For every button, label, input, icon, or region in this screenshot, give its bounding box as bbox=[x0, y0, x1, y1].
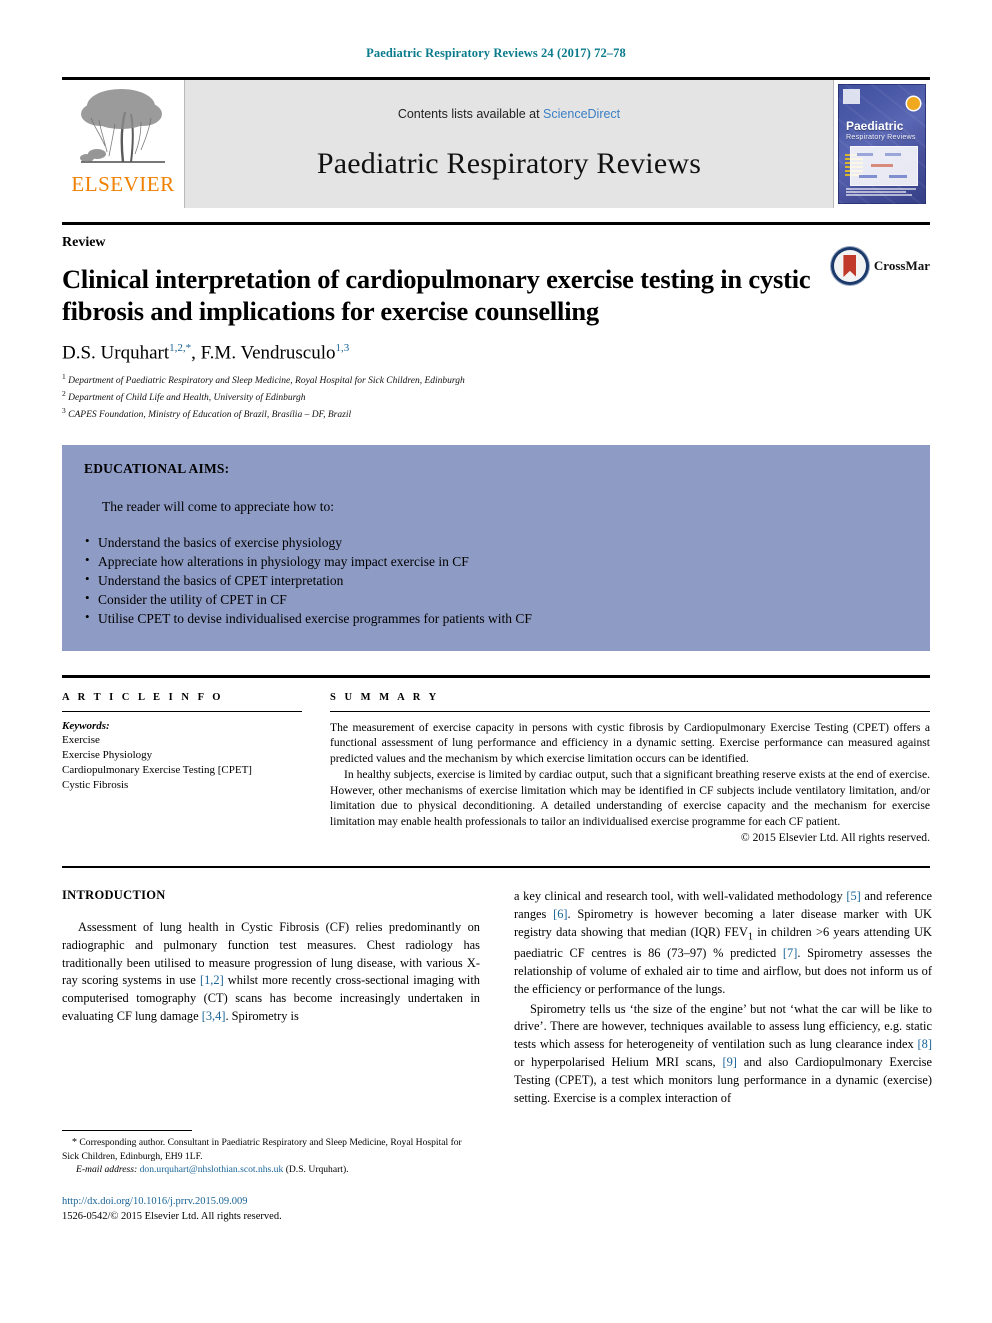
citation-link[interactable]: [8] bbox=[918, 1037, 932, 1051]
cover-bottom-lines bbox=[846, 188, 916, 197]
affiliation-marker: 3 bbox=[62, 405, 66, 415]
affiliation-item: 1 Department of Paediatric Respiratory a… bbox=[62, 372, 930, 389]
citation-link[interactable]: [3,4] bbox=[202, 1009, 226, 1023]
summary-paragraph: In healthy subjects, exercise is limited… bbox=[330, 767, 930, 829]
crossmark-icon bbox=[830, 247, 869, 285]
page-title: Clinical interpretation of cardiopulmona… bbox=[62, 264, 811, 327]
cover-figure-diagram bbox=[850, 146, 918, 186]
author-affil-marker-1[interactable]: 1,2,* bbox=[169, 342, 191, 354]
body-paragraph: Spirometry tells us ‘the size of the eng… bbox=[514, 1001, 932, 1105]
list-item: Understand the basics of exercise physio… bbox=[84, 532, 908, 552]
body-divider bbox=[62, 865, 930, 868]
contents-prefix: Contents lists available at bbox=[397, 107, 544, 121]
body-paragraph: Assessment of lung health in Cystic Fibr… bbox=[62, 919, 480, 1024]
educational-aims-title: EDUCATIONAL AIMS: bbox=[84, 460, 230, 476]
article-info-column: A R T I C L E I N F O Keywords: Exercise… bbox=[62, 692, 302, 844]
affiliation-marker: 2 bbox=[62, 388, 66, 398]
cover-title-main: Paediatric bbox=[846, 119, 904, 133]
cover-award-badge-icon bbox=[907, 97, 920, 110]
affiliation-item: 3 CAPES Foundation, Ministry of Educatio… bbox=[62, 406, 930, 423]
elsevier-tree-icon bbox=[71, 84, 175, 176]
bookmark-ribbon-icon bbox=[843, 255, 857, 277]
affiliation-list: 1 Department of Paediatric Respiratory a… bbox=[62, 372, 930, 423]
author-list: D.S. Urquhart1,2,*, F.M. Vendrusculo1,3 bbox=[62, 341, 350, 363]
citation-link[interactable]: [6] bbox=[553, 907, 567, 921]
keyword-item: Exercise Physiology bbox=[62, 748, 153, 761]
journal-title: Paediatric Respiratory Reviews bbox=[316, 147, 702, 180]
elsevier-wordmark: ELSEVIER bbox=[71, 172, 175, 196]
educational-aims-list: Understand the basics of exercise physio… bbox=[84, 532, 908, 629]
body-columns: INTRODUCTION Assessment of lung health i… bbox=[62, 888, 932, 1110]
copyright-line: © 2015 Elsevier Ltd. All rights reserved… bbox=[740, 830, 930, 844]
crossmark-label: CrossMar bbox=[873, 258, 930, 273]
article-type-label: Review bbox=[62, 235, 106, 250]
article-info-label: A R T I C L E I N F O bbox=[62, 691, 224, 703]
email-owner: (D.S. Urquhart). bbox=[285, 1164, 349, 1176]
summary-paragraph: The measurement of exercise capacity in … bbox=[330, 720, 930, 766]
footnote-block: * Corresponding author. Consultant in Pa… bbox=[62, 1130, 480, 1225]
body-column-right: a key clinical and research tool, with w… bbox=[514, 888, 932, 1110]
email-label: E-mail address: bbox=[76, 1164, 138, 1176]
citation-link[interactable]: [9] bbox=[722, 1055, 736, 1069]
email-link[interactable]: don.urquhart@nhslothian.scot.nhs.uk bbox=[140, 1164, 284, 1175]
asterisk-icon: * bbox=[72, 1137, 77, 1148]
keyword-item: Cystic Fibrosis bbox=[62, 779, 129, 792]
affiliation-text: CAPES Foundation, Ministry of Education … bbox=[68, 409, 352, 420]
corresponding-author-text: Corresponding author. Consultant in Paed… bbox=[62, 1137, 462, 1162]
author-name-2: F.M. Vendrusculo bbox=[200, 341, 336, 363]
affiliation-text: Department of Paediatric Respiratory and… bbox=[68, 376, 465, 387]
list-item: Consider the utility of CPET in CF bbox=[84, 589, 908, 609]
list-item: Appreciate how alterations in physiology… bbox=[84, 551, 908, 571]
cover-title-sub: Respiratory Reviews bbox=[846, 132, 916, 141]
article-info-summary: A R T I C L E I N F O Keywords: Exercise… bbox=[62, 674, 930, 844]
educational-aims-lead: The reader will come to appreciate how t… bbox=[102, 498, 335, 514]
list-item: Understand the basics of CPET interpreta… bbox=[84, 570, 908, 590]
body-column-left: INTRODUCTION Assessment of lung health i… bbox=[62, 888, 480, 1110]
summary-label: S U M M A R Y bbox=[330, 691, 440, 703]
crossmark-badge[interactable]: CrossMar bbox=[830, 247, 930, 285]
body-paragraph: a key clinical and research tool, with w… bbox=[514, 888, 933, 996]
author-affil-marker-2[interactable]: 1,3 bbox=[335, 342, 349, 354]
affiliation-text: Department of Child Life and Health, Uni… bbox=[68, 393, 306, 404]
email-line: E-mail address: don.urquhart@nhslothian.… bbox=[62, 1163, 480, 1176]
summary-column: S U M M A R Y The measurement of exercis… bbox=[330, 692, 930, 844]
keywords-list: Exercise Exercise Physiology Cardiopulmo… bbox=[62, 733, 302, 794]
corresponding-author-note: * Corresponding author. Consultant in Pa… bbox=[62, 1136, 480, 1163]
divider bbox=[62, 710, 302, 712]
list-item: Utilise CPET to devise individualised ex… bbox=[84, 608, 908, 628]
citation-link[interactable]: [5] bbox=[846, 889, 860, 903]
citation-link[interactable]: [7] bbox=[783, 946, 797, 960]
elsevier-logo: ELSEVIER bbox=[62, 80, 184, 208]
author-name-1: D.S. Urquhart bbox=[62, 341, 170, 363]
divider bbox=[330, 710, 930, 712]
cover-elsevier-mark bbox=[843, 89, 860, 104]
running-head: Paediatric Respiratory Reviews 24 (2017)… bbox=[366, 46, 626, 60]
affiliation-item: 2 Department of Child Life and Health, U… bbox=[62, 389, 930, 406]
citation-link[interactable]: [1,2] bbox=[200, 973, 224, 987]
paper-page: Paediatric Respiratory Reviews 24 (2017)… bbox=[0, 0, 992, 1323]
educational-aims-box: EDUCATIONAL AIMS: The reader will come t… bbox=[62, 444, 930, 651]
doi-block: http://dx.doi.org/10.1016/j.prrv.2015.09… bbox=[62, 1194, 480, 1224]
section-heading-introduction: INTRODUCTION bbox=[62, 887, 166, 902]
cover-image: Paediatric Respiratory Reviews bbox=[838, 84, 926, 204]
affiliation-marker: 1 bbox=[62, 371, 66, 381]
article-header: Review Clinical interpretation of cardio… bbox=[62, 222, 930, 423]
journal-cover-thumbnail: Paediatric Respiratory Reviews bbox=[834, 80, 930, 208]
journal-masthead: ELSEVIER Contents lists available at Sci… bbox=[62, 77, 930, 208]
keywords-title: Keywords: bbox=[62, 719, 110, 732]
keyword-item: Cardiopulmonary Exercise Testing [CPET] bbox=[62, 763, 252, 776]
footnote-divider bbox=[62, 1130, 192, 1131]
doi-link[interactable]: http://dx.doi.org/10.1016/j.prrv.2015.09… bbox=[62, 1194, 480, 1209]
masthead-center: Contents lists available at ScienceDirec… bbox=[184, 80, 834, 208]
issn-copyright-line: 1526-0542/© 2015 Elsevier Ltd. All right… bbox=[62, 1211, 282, 1223]
contents-available-line: Contents lists available at ScienceDirec… bbox=[398, 107, 620, 121]
keyword-item: Exercise bbox=[62, 733, 100, 746]
sciencedirect-link[interactable]: ScienceDirect bbox=[543, 107, 620, 121]
cover-title: Paediatric Respiratory Reviews bbox=[846, 120, 922, 140]
